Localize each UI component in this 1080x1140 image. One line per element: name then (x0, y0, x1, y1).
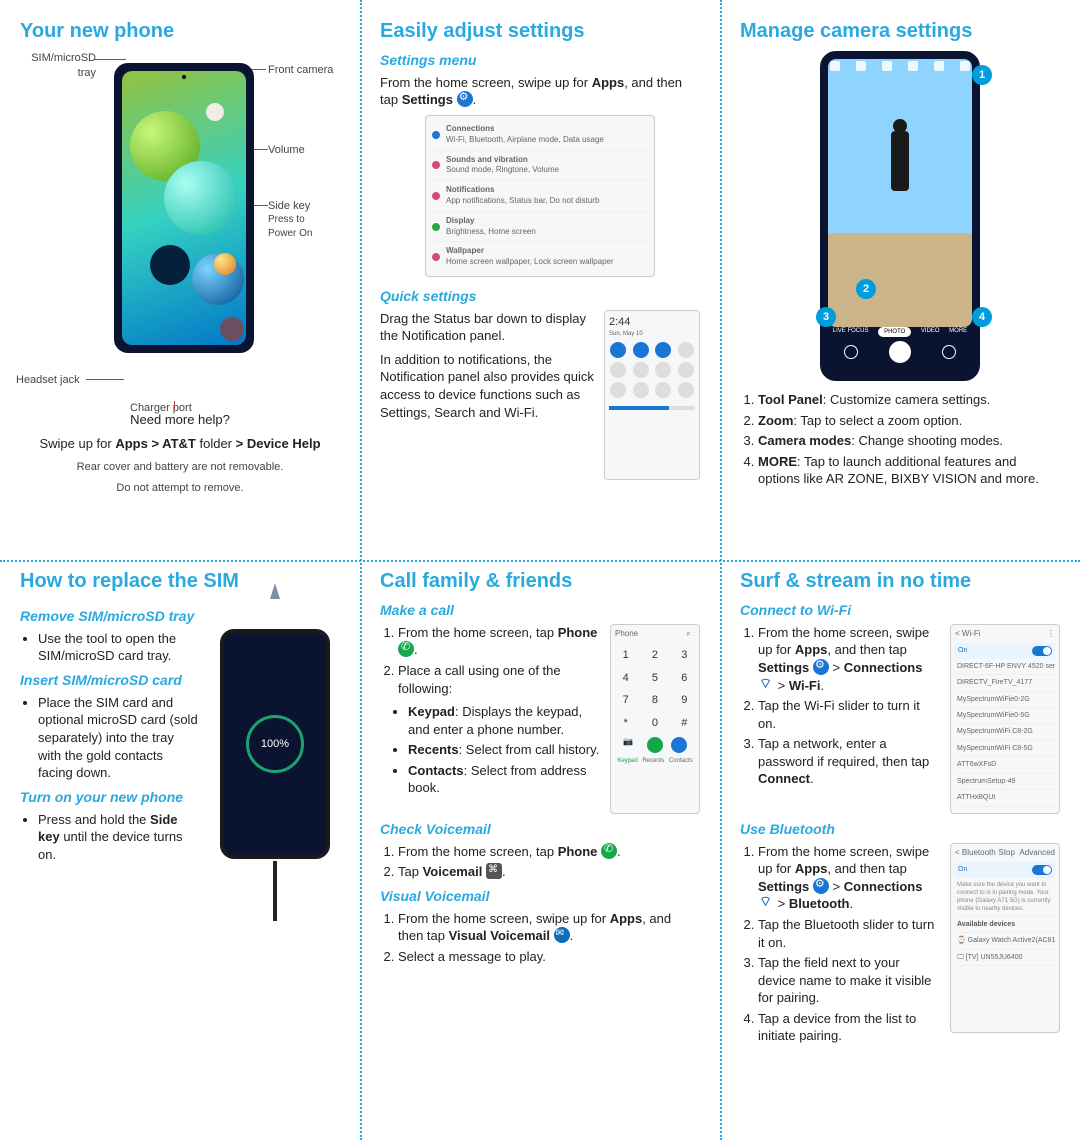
step: Select a message to play. (398, 948, 700, 966)
wifi-toggle-icon (1032, 646, 1052, 656)
search-icon: ⌕ ⋮ (686, 629, 695, 640)
phone-hero-image (114, 63, 254, 353)
bullet: Press and hold the Side key until the de… (38, 811, 200, 864)
charging-cable-icon (273, 861, 277, 921)
label-side-key-sub: Press to Power On (268, 213, 312, 240)
connections-icon (758, 895, 774, 911)
badge-3: 3 (816, 307, 836, 327)
phone-app-icon (601, 843, 617, 859)
charging-phone-image: 100% (220, 629, 330, 859)
subheading-remove-sim: Remove SIM/microSD tray (20, 607, 200, 626)
phone-app-icon (398, 641, 414, 657)
step: From the home screen, tap Phone . (398, 843, 700, 861)
warning-line-2: Do not attempt to remove. (20, 481, 340, 496)
badge-4: 4 (972, 307, 992, 327)
step: Place a call using one of the following: (398, 662, 600, 697)
step: From the home screen, tap Phone . (398, 624, 600, 659)
label-charger-port: Charger port (130, 401, 192, 416)
camera-diagram: LIVE FOCUS PHOTO VIDEO MORE 1 2 3 4 (810, 51, 990, 381)
label-sim-tray: SIM/microSD tray (16, 51, 96, 81)
settings-instruction: From the home screen, swipe up for Apps,… (380, 74, 700, 109)
subheading-quick-settings: Quick settings (380, 287, 700, 306)
step: Tap the Wi-Fi slider to turn it on. (758, 697, 940, 732)
shutter-button-icon (889, 341, 911, 363)
keypad-screenshot: Phone⌕ ⋮ 123 456 789 *0# 📷 KeypadRecents… (610, 624, 700, 814)
subheading-wifi: Connect to Wi-Fi (740, 601, 1060, 620)
section-replace-sim: How to replace the SIM Remove SIM/microS… (0, 550, 360, 1130)
section-title: How to replace the SIM (20, 568, 340, 595)
badge-1: 1 (972, 65, 992, 85)
warning-line-1: Rear cover and battery are not removable… (20, 460, 340, 475)
section-title: Manage camera settings (740, 18, 1060, 45)
section-camera-settings: Manage camera settings LIVE FOCUS PHOTO … (720, 0, 1080, 550)
subheading-check-voicemail: Check Voicemail (380, 820, 700, 839)
bullet: Place the SIM card and optional microSD … (38, 694, 200, 782)
settings-gear-icon (813, 659, 829, 675)
step: Tap Voicemail . (398, 863, 700, 881)
step: From the home screen, swipe up for Apps,… (758, 624, 940, 694)
step: From the home screen, swipe up for Apps,… (398, 910, 700, 945)
step: Tap a device from the list to initiate p… (758, 1010, 940, 1045)
subheading-settings-menu: Settings menu (380, 51, 700, 70)
voicemail-icon (486, 863, 502, 879)
wifi-icon (758, 677, 774, 693)
step: Tap a network, enter a password if requi… (758, 735, 940, 788)
step: From the home screen, swipe up for Apps,… (758, 843, 940, 913)
subheading-make-call: Make a call (380, 601, 700, 620)
list-item: Camera modes: Change shooting modes. (758, 432, 1060, 450)
list-item: MORE: Tap to launch additional features … (758, 453, 1060, 488)
settings-gear-icon (457, 91, 473, 107)
section-adjust-settings: Easily adjust settings Settings menu Fro… (360, 0, 720, 550)
phone-diagram: SIM/microSD tray Headset jack Charger po… (20, 51, 340, 411)
list-item: Zoom: Tap to select a zoom option. (758, 412, 1060, 430)
camera-phone-image: LIVE FOCUS PHOTO VIDEO MORE (820, 51, 980, 381)
section-surf-stream: Surf & stream in no time Connect to Wi-F… (720, 550, 1080, 1130)
section-title: Call family & friends (380, 568, 700, 595)
subheading-visual-voicemail: Visual Voicemail (380, 887, 700, 906)
section-title: Your new phone (20, 18, 340, 45)
visual-voicemail-icon (554, 927, 570, 943)
handstand-person-icon (885, 119, 915, 199)
front-camera-hole (182, 75, 186, 79)
section-title: Easily adjust settings (380, 18, 700, 45)
sim-eject-tool-icon (270, 583, 280, 599)
charge-percent: 100% (246, 715, 304, 773)
label-front-camera: Front camera (268, 63, 333, 78)
subheading-insert-sim: Insert SIM/microSD card (20, 671, 200, 690)
help-line-2: Swipe up for Apps > AT&T folder > Device… (20, 435, 340, 453)
step: Tap the Bluetooth slider to turn it on. (758, 916, 940, 951)
quick-settings-p2: In addition to notifications, the Notifi… (380, 351, 594, 421)
settings-gear-icon (813, 878, 829, 894)
bluetooth-toggle-icon (1032, 865, 1052, 875)
quick-settings-screenshot: 2:44 Sun, May 10 (604, 310, 700, 480)
settings-list-screenshot: ConnectionsWi-Fi, Bluetooth, Airplane mo… (425, 115, 655, 277)
call-button-icon (647, 737, 663, 753)
subheading-bluetooth: Use Bluetooth (740, 820, 1060, 839)
label-side-key: Side key (268, 199, 310, 214)
label-headset-jack: Headset jack (16, 373, 80, 388)
section-call: Call family & friends Make a call From t… (360, 550, 720, 1130)
quick-settings-p1: Drag the Status bar down to display the … (380, 310, 594, 345)
step: Tap the field next to your device name t… (758, 954, 940, 1007)
badge-2: 2 (856, 279, 876, 299)
camera-feature-list: Tool Panel: Customize camera settings. Z… (740, 391, 1060, 488)
list-item: Tool Panel: Customize camera settings. (758, 391, 1060, 409)
bullet: Use the tool to open the SIM/microSD car… (38, 630, 200, 665)
section-your-new-phone: Your new phone SIM/microSD tray Headset … (0, 0, 360, 550)
bluetooth-screenshot: < Bluetooth Stop Advanced On Make sure t… (950, 843, 1060, 1033)
label-volume: Volume (268, 143, 305, 158)
wifi-screenshot: < Wi-Fi ⋮ On DIRECT-6F-HP ENVY 4520 seri… (950, 624, 1060, 814)
camera-top-icon (830, 61, 840, 71)
section-title: Surf & stream in no time (740, 568, 1060, 595)
subheading-turn-on: Turn on your new phone (20, 788, 200, 807)
